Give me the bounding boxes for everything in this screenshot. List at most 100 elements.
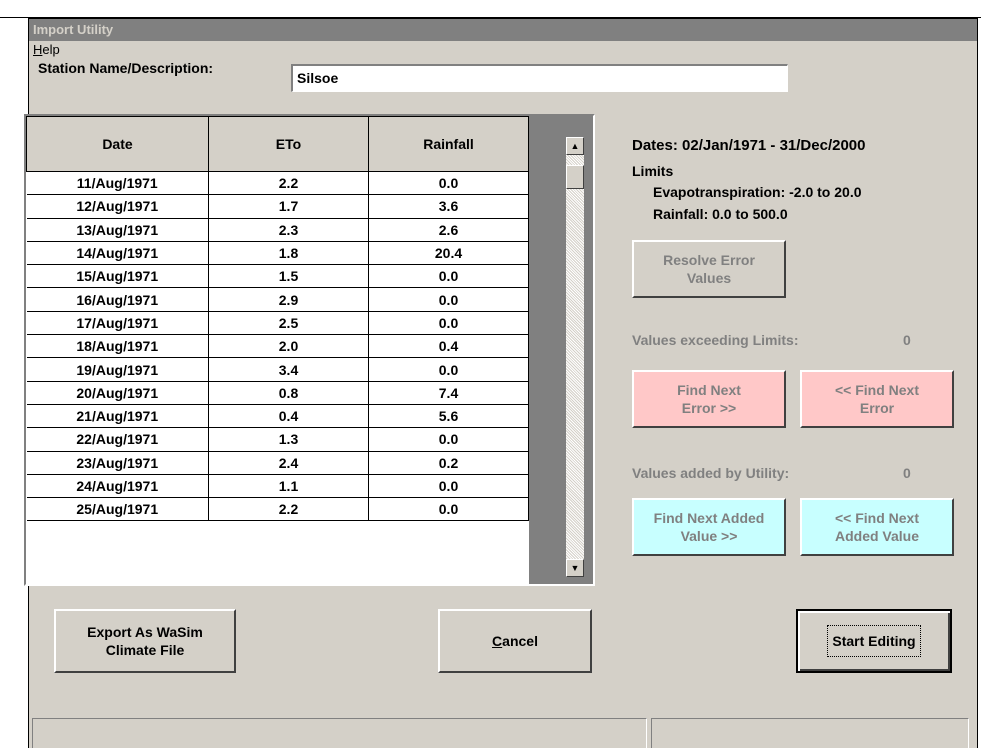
find-next-added-value-label: Find Next Added Value >>: [653, 510, 765, 544]
scroll-thumb[interactable]: [566, 165, 584, 189]
climate-data-grid[interactable]: Date ETo Rainfall 11/Aug/1971 2.2 0.0 12/Aug/…: [24, 114, 595, 586]
table-cell[interactable]: 12/Aug/1971: [26, 194, 209, 219]
status-bar-panel-left: [32, 718, 647, 748]
table-cell[interactable]: 1.5: [208, 264, 369, 289]
table-cell[interactable]: 3.4: [208, 357, 369, 382]
find-previous-error-button[interactable]: << Find Next Error: [800, 370, 954, 428]
grid-vertical-scrollbar[interactable]: ▲ ▼: [566, 137, 584, 577]
column-header-date[interactable]: Date: [26, 116, 209, 172]
table-cell[interactable]: 17/Aug/1971: [26, 311, 209, 336]
find-previous-added-value-button[interactable]: << Find Next Added Value: [800, 498, 954, 556]
table-cell[interactable]: 24/Aug/1971: [26, 474, 209, 499]
export-button-label: Export As WaSim Climate File: [87, 624, 203, 658]
find-previous-error-label: << Find Next Error: [834, 382, 920, 416]
table-cell[interactable]: 20/Aug/1971: [26, 381, 209, 405]
table-row[interactable]: 19/Aug/1971 3.4 0.0: [26, 357, 529, 382]
table-cell[interactable]: 2.5: [208, 311, 369, 336]
limits-heading: Limits: [632, 163, 674, 179]
table-row[interactable]: 24/Aug/1971 1.1 0.0: [26, 474, 529, 499]
menu-help-rest: elp: [42, 42, 60, 57]
table-cell[interactable]: 1.7: [208, 194, 369, 219]
evapotranspiration-limit-text: Evapotranspiration: -2.0 to 20.0: [653, 184, 862, 200]
rainfall-limit-text: Rainfall: 0.0 to 500.0: [653, 206, 788, 222]
table-cell[interactable]: 0.4: [368, 334, 529, 359]
table-cell[interactable]: 0.0: [368, 171, 529, 196]
status-bar-panel-right: [651, 718, 969, 748]
table-cell[interactable]: 2.3: [208, 218, 369, 242]
table-row[interactable]: 22/Aug/1971 1.3 0.0: [26, 427, 529, 452]
find-next-error-button[interactable]: Find Next Error >>: [632, 370, 786, 428]
table-cell[interactable]: 22/Aug/1971: [26, 427, 209, 452]
table-cell[interactable]: 2.9: [208, 287, 369, 312]
table-cell[interactable]: 15/Aug/1971: [26, 264, 209, 289]
table-row[interactable]: 13/Aug/1971 2.3 2.6: [26, 218, 529, 242]
table-row[interactable]: 25/Aug/1971 2.2 0.0: [26, 497, 529, 522]
table-cell[interactable]: 20.4: [368, 241, 529, 266]
date-range-text: Dates: 02/Jan/1971 - 31/Dec/2000: [632, 137, 866, 154]
table-cell[interactable]: 3.6: [368, 194, 529, 219]
table-cell[interactable]: 0.0: [368, 311, 529, 336]
find-next-added-value-button[interactable]: Find Next Added Value >>: [632, 498, 786, 556]
table-cell[interactable]: 16/Aug/1971: [26, 287, 209, 312]
values-exceeding-limits-count: 0: [903, 332, 911, 348]
table-cell[interactable]: 1.1: [208, 474, 369, 499]
table-cell[interactable]: 0.0: [368, 357, 529, 382]
start-editing-label: Start Editing: [827, 625, 921, 657]
table-cell[interactable]: 23/Aug/1971: [26, 451, 209, 475]
table-row[interactable]: 18/Aug/1971 2.0 0.4: [26, 334, 529, 359]
table-cell[interactable]: 21/Aug/1971: [26, 404, 209, 429]
table-cell[interactable]: 0.2: [368, 451, 529, 475]
find-previous-added-value-label: << Find Next Added Value: [834, 510, 920, 544]
values-exceeding-limits-label: Values exceeding Limits:: [632, 332, 799, 348]
table-cell[interactable]: 2.2: [208, 171, 369, 196]
data-table: Date ETo Rainfall 11/Aug/1971 2.2 0.0 12/Aug/…: [26, 116, 529, 522]
table-cell[interactable]: 2.0: [208, 334, 369, 359]
start-editing-button[interactable]: Start Editing: [796, 609, 952, 673]
scroll-up-arrow-icon[interactable]: ▲: [566, 137, 584, 155]
column-header-eto[interactable]: ETo: [208, 116, 369, 172]
table-cell[interactable]: 7.4: [368, 381, 529, 405]
table-row[interactable]: 21/Aug/1971 0.4 5.6: [26, 404, 529, 429]
table-row[interactable]: 12/Aug/1971 1.7 3.6: [26, 194, 529, 219]
table-row[interactable]: 11/Aug/1971 2.2 0.0: [26, 171, 529, 196]
table-cell[interactable]: 0.0: [368, 264, 529, 289]
table-cell[interactable]: 0.8: [208, 381, 369, 405]
cancel-button-label: Cancel: [492, 633, 538, 649]
table-cell[interactable]: 2.6: [368, 218, 529, 242]
table-cell[interactable]: 2.4: [208, 451, 369, 475]
find-next-error-label: Find Next Error >>: [677, 382, 741, 416]
table-cell[interactable]: 0.0: [368, 474, 529, 499]
table-row[interactable]: 23/Aug/1971 2.4 0.2: [26, 451, 529, 475]
table-cell[interactable]: 19/Aug/1971: [26, 357, 209, 382]
resolve-error-values-button[interactable]: Resolve Error Values: [632, 240, 786, 298]
table-row[interactable]: 16/Aug/1971 2.9 0.0: [26, 287, 529, 312]
table-row[interactable]: 14/Aug/1971 1.8 20.4: [26, 241, 529, 266]
station-name-input[interactable]: Silsoe: [291, 64, 788, 92]
table-cell[interactable]: 11/Aug/1971: [26, 171, 209, 196]
table-cell[interactable]: 0.0: [368, 497, 529, 522]
table-cell[interactable]: 1.3: [208, 427, 369, 452]
station-name-label: Station Name/Description:: [38, 60, 214, 76]
table-row[interactable]: 17/Aug/1971 2.5 0.0: [26, 311, 529, 336]
table-cell[interactable]: 5.6: [368, 404, 529, 429]
table-row[interactable]: 20/Aug/1971 0.8 7.4: [26, 381, 529, 405]
table-row[interactable]: 15/Aug/1971 1.5 0.0: [26, 264, 529, 289]
table-cell[interactable]: 0.0: [368, 427, 529, 452]
table-cell[interactable]: 0.4: [208, 404, 369, 429]
scroll-down-arrow-icon[interactable]: ▼: [566, 559, 584, 577]
table-cell[interactable]: 2.2: [208, 497, 369, 522]
table-cell[interactable]: 13/Aug/1971: [26, 218, 209, 242]
cancel-button[interactable]: Cancel: [438, 609, 592, 673]
table-cell[interactable]: 14/Aug/1971: [26, 241, 209, 266]
menu-help[interactable]: Help: [33, 42, 60, 57]
values-added-by-utility-count: 0: [903, 465, 911, 481]
table-cell[interactable]: 0.0: [368, 287, 529, 312]
table-cell[interactable]: 1.8: [208, 241, 369, 266]
column-header-rainfall[interactable]: Rainfall: [368, 116, 529, 172]
table-cell[interactable]: 25/Aug/1971: [26, 497, 209, 522]
grid-body: Date ETo Rainfall 11/Aug/1971 2.2 0.0 12/Aug/…: [26, 116, 529, 584]
resolve-error-values-label: Resolve Error Values: [663, 252, 755, 286]
export-wasim-climate-file-button[interactable]: Export As WaSim Climate File: [54, 609, 236, 673]
table-cell[interactable]: 18/Aug/1971: [26, 334, 209, 359]
values-added-by-utility-label: Values added by Utility:: [632, 465, 790, 481]
